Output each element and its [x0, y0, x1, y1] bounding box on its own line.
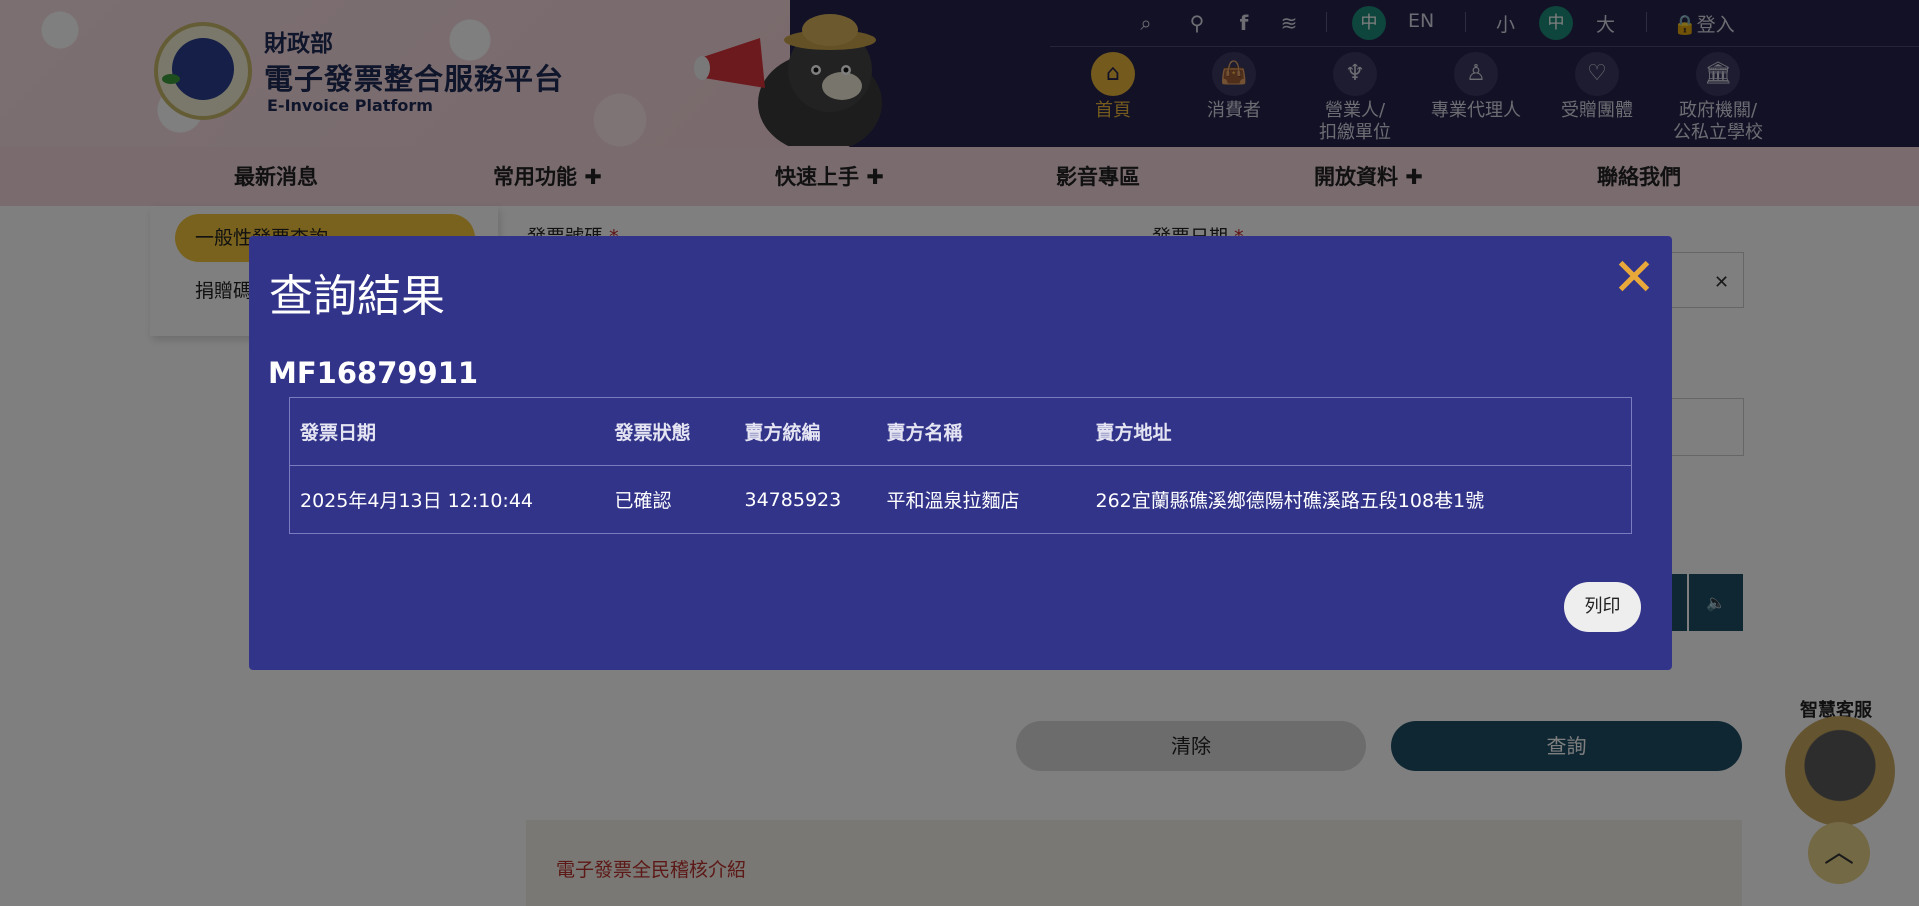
cell-seller-tax-id: 34785923: [744, 488, 842, 511]
cell-invoice-date: 2025年4月13日 12:10:44: [300, 490, 533, 512]
column-header: 發票日期: [289, 397, 605, 466]
table-row: 2025年4月13日 12:10:44 已確認 34785923 平和溫泉拉麵店…: [290, 466, 1632, 534]
column-header: 賣方名稱: [876, 397, 1086, 466]
dialog-title: 查詢結果: [269, 271, 445, 322]
close-icon[interactable]: ✕: [1612, 252, 1656, 304]
column-header: 賣方統編: [734, 397, 877, 466]
cell-seller-name: 平和溫泉拉麵店: [886, 490, 1020, 512]
column-header: 發票狀態: [604, 397, 735, 466]
cell-seller-address: 262宜蘭縣礁溪鄉德陽村礁溪路五段108巷1號: [1095, 490, 1485, 512]
query-result-dialog: 查詢結果 ✕ MF16879911 發票日期 發票狀態 賣方統編 賣方名稱 賣方…: [249, 236, 1672, 670]
invoice-number: MF16879911: [268, 356, 479, 390]
table-header-row: 發票日期 發票狀態 賣方統編 賣方名稱 賣方地址: [289, 397, 1632, 466]
cell-invoice-status: 已確認: [614, 490, 672, 512]
result-table: 發票日期 發票狀態 賣方統編 賣方名稱 賣方地址 2025年4月13日 12:1…: [289, 397, 1632, 534]
print-button[interactable]: 列印: [1564, 582, 1641, 632]
column-header: 賣方地址: [1085, 397, 1632, 466]
